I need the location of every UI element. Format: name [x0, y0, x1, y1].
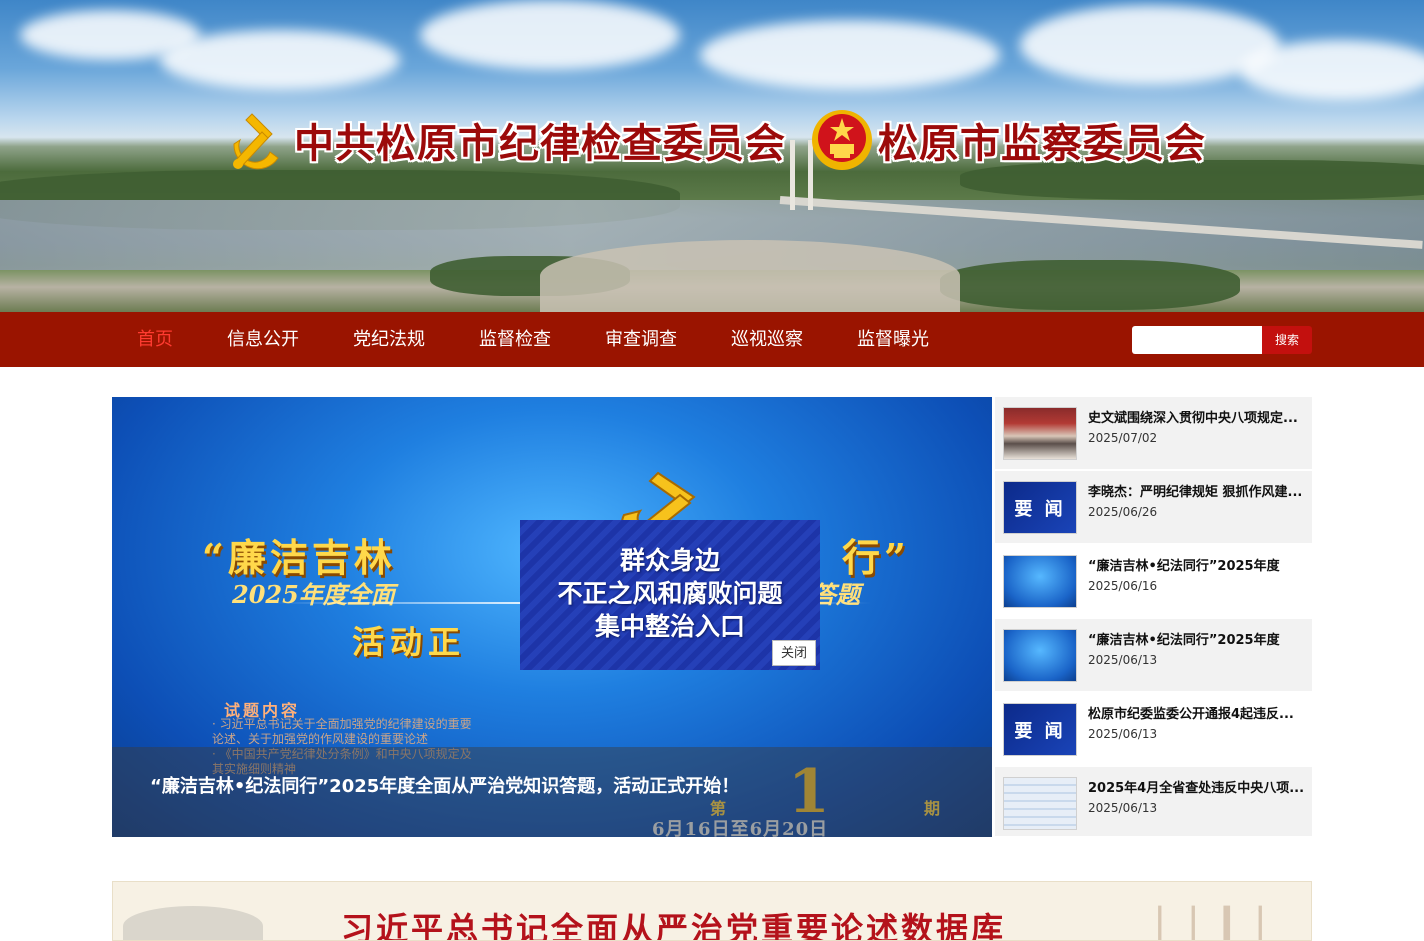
slide-caption[interactable]: “廉洁吉林•纪法同行”2025年度全面从严治党知识答题，活动正式开始！ — [150, 772, 739, 798]
news-thumbnail — [1003, 777, 1077, 830]
topic-line: · 习近平总书记关于全面加强党的纪律建设的重要 — [212, 717, 472, 731]
banner-decoration — [123, 906, 263, 940]
slide-activity: 活动正 — [352, 623, 467, 661]
nav-item-inspection[interactable]: 巡视巡察 — [704, 312, 830, 367]
main-nav: 首页 信息公开 党纪法规 监督检查 审查调查 巡视巡察 监督曝光 搜索 — [0, 312, 1424, 367]
news-date: 2025/06/13 — [1088, 653, 1158, 667]
cloud — [160, 30, 400, 90]
news-thumbnail: 要 闻 — [1003, 481, 1077, 534]
popup-line: 不正之风和腐败问题 — [557, 579, 783, 608]
search-button[interactable]: 搜索 — [1262, 326, 1312, 354]
header-banner: 中共松原市纪律检查委员会 松原市监察委员会 — [0, 0, 1424, 312]
news-title[interactable]: “廉洁吉林•纪法同行”2025年度 — [1088, 555, 1303, 574]
slide-headline-left: “廉洁吉林 — [202, 535, 396, 580]
database-banner[interactable]: 习近平总书记全面从严治党重要论述数据库 ❘❘❙❘ — [112, 881, 1312, 941]
nav-item-info[interactable]: 信息公开 — [200, 312, 326, 367]
banner-decoration-icon: ❘❘❙❘ — [1143, 900, 1278, 941]
nav-item-supervision[interactable]: 监督检查 — [452, 312, 578, 367]
cloud — [420, 0, 680, 70]
news-title[interactable]: 史文斌围绕深入贯彻中央八项规定... — [1088, 407, 1303, 426]
news-thumbnail — [1003, 555, 1077, 608]
national-emblem-icon — [812, 110, 872, 170]
nav-items: 首页 信息公开 党纪法规 监督检查 审查调查 巡视巡察 监督曝光 — [110, 312, 956, 367]
supervision-title: 松原市监察委员会 — [878, 120, 1206, 167]
forest — [940, 260, 1240, 310]
news-item[interactable]: 要 闻 李晓杰：严明纪律规矩 狠抓作风建... 2025/06/26 — [995, 471, 1312, 544]
database-banner-title: 习近平总书记全面从严治党重要论述数据库 — [341, 910, 1007, 941]
news-item[interactable]: “廉洁吉林•纪法同行”2025年度 2025/06/16 — [995, 545, 1312, 618]
slide-headline-right: 行” — [842, 535, 910, 580]
news-item[interactable]: 2025年4月全省查处违反中央八项... 2025/06/13 — [995, 767, 1312, 837]
plaza — [540, 240, 960, 312]
party-emblem-icon — [233, 113, 279, 170]
topic-line: 论述、关于加强党的作风建设的重要论述 — [212, 732, 429, 746]
news-title[interactable]: “廉洁吉林•纪法同行”2025年度 — [1088, 629, 1303, 648]
news-thumbnail: 要 闻 — [1003, 703, 1077, 756]
popup-line: 群众身边 — [619, 546, 720, 575]
popup-line: 集中整治入口 — [594, 612, 745, 641]
news-date: 2025/06/13 — [1088, 727, 1158, 741]
news-list: 史文斌围绕深入贯彻中央八项规定... 2025/07/02 要 闻 李晓杰：严明… — [995, 397, 1312, 837]
slide-headline: “廉洁吉林 行” — [202, 527, 906, 582]
cloud — [700, 20, 1000, 90]
news-item[interactable]: 史文斌围绕深入贯彻中央八项规定... 2025/07/02 — [995, 397, 1312, 470]
thumb-label: 要 闻 — [1014, 498, 1066, 520]
news-item[interactable]: “廉洁吉林•纪法同行”2025年度 2025/06/13 — [995, 619, 1312, 692]
cloud — [1240, 40, 1424, 100]
news-thumbnail — [1003, 407, 1077, 460]
popup-text: 群众身边 不正之风和腐败问题 集中整治入口 — [520, 544, 820, 643]
search-input[interactable] — [1132, 326, 1262, 354]
news-date: 2025/06/16 — [1088, 579, 1158, 593]
news-date: 2025/07/02 — [1088, 431, 1158, 445]
news-title[interactable]: 2025年4月全省查处违反中央八项... — [1088, 777, 1303, 796]
news-title[interactable]: 松原市纪委监委公开通报4起违反... — [1088, 703, 1303, 722]
popup-close-button[interactable]: 关闭 — [772, 640, 816, 666]
news-title[interactable]: 李晓杰：严明纪律规矩 狠抓作风建... — [1088, 481, 1303, 500]
complaint-popup[interactable]: 群众身边 不正之风和腐败问题 集中整治入口 关闭 — [520, 520, 820, 670]
news-date: 2025/06/26 — [1088, 505, 1158, 519]
slide-subline-left: 2025年度全面 — [232, 580, 395, 609]
thumb-label: 要 闻 — [1014, 720, 1066, 742]
nav-item-investigation[interactable]: 审查调查 — [578, 312, 704, 367]
news-thumbnail — [1003, 629, 1077, 682]
site-title: 中共松原市纪律检查委员会 松原市监察委员会 — [222, 100, 1206, 180]
news-date: 2025/06/13 — [1088, 801, 1158, 815]
news-item[interactable]: 要 闻 松原市纪委监委公开通报4起违反... 2025/06/13 — [995, 693, 1312, 766]
nav-item-home[interactable]: 首页 — [110, 312, 200, 367]
slide-subline: 2025年度全面 答题 — [232, 575, 860, 610]
nav-item-regulations[interactable]: 党纪法规 — [326, 312, 452, 367]
nav-item-exposure[interactable]: 监督曝光 — [830, 312, 956, 367]
commission-title: 中共松原市纪律检查委员会 — [294, 120, 786, 167]
